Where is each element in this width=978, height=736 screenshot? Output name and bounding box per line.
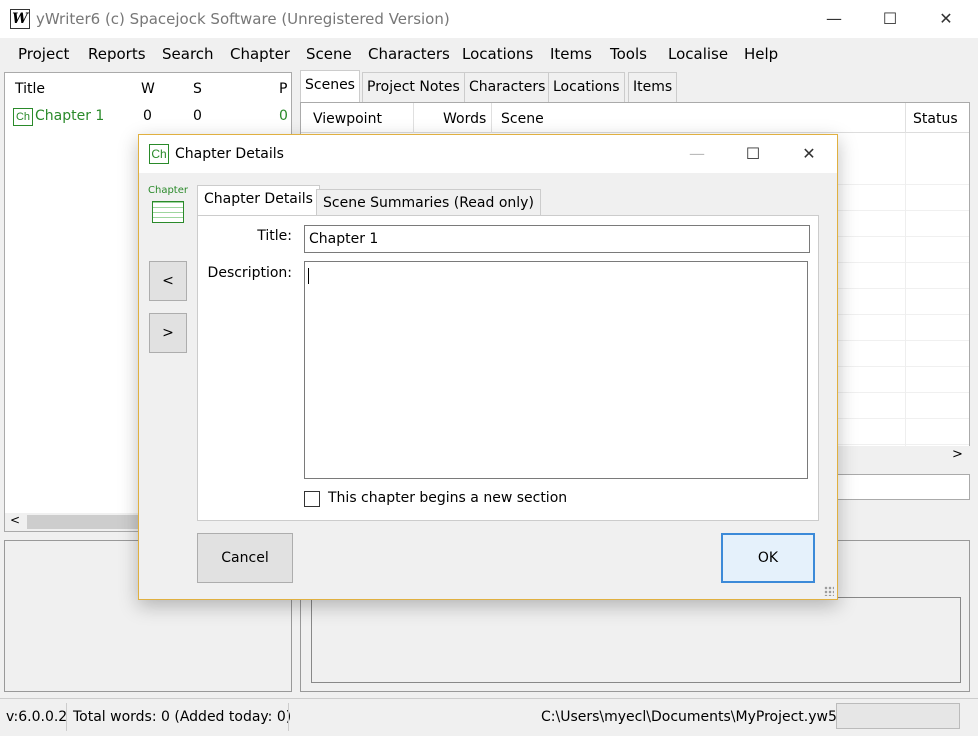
- menu-localise[interactable]: Localise: [668, 45, 728, 63]
- chapter-row[interactable]: Ch Chapter 1 0 0 0: [11, 107, 289, 129]
- column-header-scene[interactable]: Scene: [501, 111, 544, 127]
- chapter-words: 0: [143, 108, 152, 124]
- tab-items[interactable]: Items: [628, 72, 678, 102]
- project-path-label: C:\Users\myecl\Documents\MyProject.yw5: [541, 709, 837, 725]
- menu-help[interactable]: Help: [744, 45, 778, 63]
- column-header-viewpoint[interactable]: Viewpoint: [313, 111, 382, 127]
- next-chapter-button[interactable]: >: [149, 313, 187, 353]
- minimize-icon[interactable]: —: [806, 0, 862, 38]
- menu-chapter[interactable]: Chapter: [230, 45, 290, 63]
- menu-reports[interactable]: Reports: [88, 45, 146, 63]
- column-header-words[interactable]: W: [141, 81, 155, 97]
- column-header-status[interactable]: Status: [913, 111, 958, 127]
- menu-characters[interactable]: Characters: [368, 45, 450, 63]
- chapter-grid-icon: [152, 201, 184, 223]
- scene-notes-text[interactable]: [311, 597, 961, 683]
- status-bar: v:6.0.0.2 Total words: 0 (Added today: 0…: [0, 698, 978, 736]
- menu-search[interactable]: Search: [162, 45, 214, 63]
- chapter-icon-label: Chapter: [148, 185, 188, 196]
- scroll-thumb[interactable]: [27, 515, 143, 529]
- scroll-right-icon[interactable]: >: [952, 447, 963, 462]
- tab-characters[interactable]: Characters: [464, 72, 551, 102]
- chapter-icon: Ch: [13, 108, 33, 126]
- tab-project-notes[interactable]: Project Notes: [362, 72, 465, 102]
- chapter-details-panel: Title: Description: This chapter begins …: [197, 215, 819, 521]
- window-title: yWriter6 (c) Spacejock Software (Unregis…: [36, 10, 450, 28]
- tab-scene-summaries[interactable]: Scene Summaries (Read only): [316, 189, 541, 217]
- text-caret: [308, 268, 309, 284]
- close-icon[interactable]: ✕: [781, 135, 837, 173]
- tab-locations[interactable]: Locations: [548, 72, 625, 102]
- word-count-label: Total words: 0 (Added today: 0): [73, 709, 292, 725]
- ok-button[interactable]: OK: [721, 533, 815, 583]
- scroll-left-icon[interactable]: <: [10, 513, 20, 527]
- column-header-scenes[interactable]: S: [193, 81, 202, 97]
- title-label: Title:: [257, 228, 292, 244]
- resize-grip-icon[interactable]: [824, 586, 834, 596]
- new-section-label[interactable]: This chapter begins a new section: [328, 490, 567, 506]
- window-titlebar: W yWriter6 (c) Spacejock Software (Unreg…: [0, 0, 978, 38]
- column-divider: [905, 133, 906, 449]
- minimize-icon: —: [689, 144, 705, 163]
- column-header-p[interactable]: P: [279, 81, 287, 97]
- maximize-icon[interactable]: ☐: [862, 0, 918, 38]
- status-divider: [288, 703, 289, 731]
- status-divider: [66, 703, 67, 731]
- dialog-title: Chapter Details: [175, 146, 284, 162]
- column-divider: [413, 103, 414, 133]
- app-icon: W: [10, 9, 30, 29]
- tab-chapter-details[interactable]: Chapter Details: [197, 185, 320, 215]
- dialog-titlebar: Ch Chapter Details — ☐ ✕: [139, 135, 837, 173]
- scene-summary-field[interactable]: [820, 474, 970, 500]
- menu-locations[interactable]: Locations: [462, 45, 533, 63]
- description-label: Description:: [207, 265, 292, 281]
- menu-items[interactable]: Items: [550, 45, 592, 63]
- description-field[interactable]: [304, 261, 808, 479]
- column-divider: [491, 103, 492, 133]
- menu-project[interactable]: Project: [18, 45, 69, 63]
- tab-scenes[interactable]: Scenes: [300, 70, 360, 102]
- menu-bar: Project Reports Search Chapter Scene Cha…: [0, 38, 978, 70]
- status-progress-box: [836, 703, 960, 729]
- maximize-icon[interactable]: ☐: [725, 135, 781, 173]
- chapter-scenes: 0: [193, 108, 202, 124]
- column-divider: [905, 103, 906, 133]
- chapter-icon: Ch: [149, 144, 169, 164]
- column-header-words[interactable]: Words: [443, 111, 486, 127]
- new-section-checkbox[interactable]: [304, 491, 320, 507]
- column-header-title[interactable]: Title: [15, 81, 45, 97]
- title-field[interactable]: [304, 225, 810, 253]
- grid-header: Viewpoint Words Scene Status: [301, 103, 969, 133]
- chapter-title: Chapter 1: [35, 108, 105, 124]
- version-label: v:6.0.0.2: [6, 709, 68, 725]
- menu-scene[interactable]: Scene: [306, 45, 352, 63]
- chapter-side-icon: Chapter: [147, 185, 189, 227]
- close-icon[interactable]: ✕: [918, 0, 974, 38]
- cancel-button[interactable]: Cancel: [197, 533, 293, 583]
- vertical-scrollbar[interactable]: [970, 102, 978, 466]
- chapter-details-dialog: Ch Chapter Details — ☐ ✕ Chapter < > Cha…: [138, 134, 838, 600]
- previous-chapter-button[interactable]: <: [149, 261, 187, 301]
- menu-tools[interactable]: Tools: [610, 45, 647, 63]
- chapter-p: 0: [279, 108, 288, 124]
